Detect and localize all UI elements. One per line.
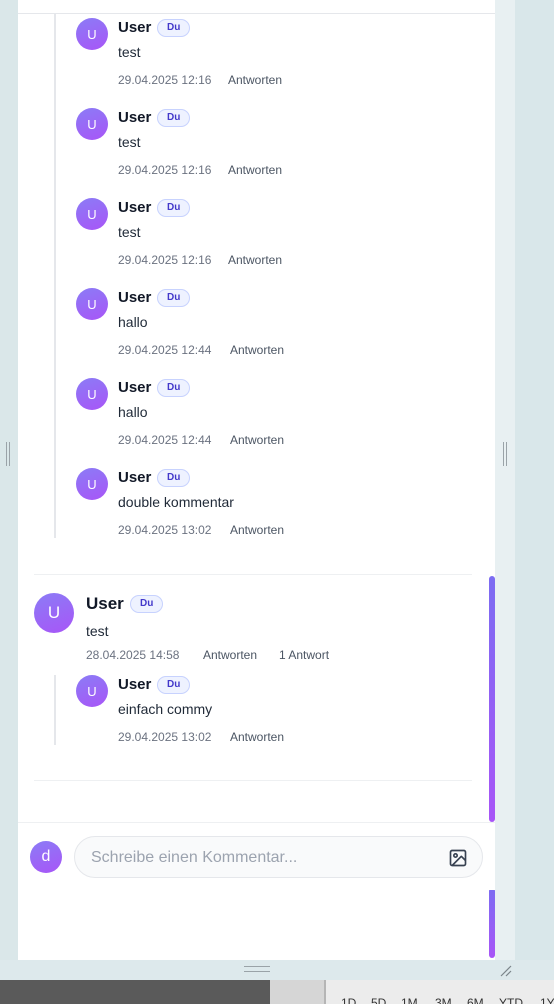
reply-button[interactable]: Antworten — [203, 648, 257, 662]
range-ytd[interactable]: YTD — [499, 996, 523, 1004]
comment-text: test — [86, 623, 109, 639]
thread-separator — [34, 780, 472, 781]
scrollbar-thumb[interactable] — [489, 888, 495, 958]
panel-divider — [18, 13, 495, 14]
avatar[interactable]: U — [76, 378, 108, 410]
comment-text: double kommentar — [118, 494, 234, 510]
reply-count-toggle[interactable]: 1 Antwort — [279, 648, 329, 662]
reply-button[interactable]: Antworten — [228, 253, 282, 267]
resize-corner-icon[interactable] — [498, 963, 512, 977]
range-1y[interactable]: 1Y — [540, 996, 554, 1004]
range-1m[interactable]: 1M — [401, 996, 418, 1004]
comment-text: hallo — [118, 314, 148, 330]
timestamp: 29.04.2025 12:44 — [118, 433, 212, 447]
comment-text: test — [118, 224, 141, 240]
comment-composer: d Schreibe einen Kommentar... — [18, 822, 495, 890]
right-resize-handle[interactable] — [503, 442, 507, 466]
chart-preview — [0, 980, 270, 1004]
avatar[interactable]: U — [76, 675, 108, 707]
current-user-avatar[interactable]: d — [30, 841, 62, 873]
author-name[interactable]: User — [118, 199, 151, 216]
panel-gutter — [495, 0, 515, 960]
comment-text: hallo — [118, 404, 148, 420]
reply-button[interactable]: Antworten — [230, 343, 284, 357]
avatar[interactable]: U — [76, 18, 108, 50]
timestamp: 29.04.2025 12:16 — [118, 253, 212, 267]
vertical-resize-grip[interactable] — [244, 966, 270, 972]
reply-button[interactable]: Antworten — [230, 523, 284, 537]
scrollbar-thumb[interactable] — [489, 576, 495, 822]
toolbar-divider — [270, 980, 326, 1004]
author-name[interactable]: User — [118, 109, 151, 126]
timestamp: 28.04.2025 14:58 — [86, 648, 180, 662]
comment-text: test — [118, 134, 141, 150]
author-name[interactable]: User — [118, 289, 151, 306]
author-name[interactable]: User — [118, 469, 151, 486]
comment-input-placeholder: Schreibe einen Kommentar... — [91, 849, 298, 866]
timestamp: 29.04.2025 12:16 — [118, 73, 212, 87]
you-badge: Du — [157, 289, 191, 307]
avatar[interactable]: U — [76, 108, 108, 140]
reply-button[interactable]: Antworten — [228, 73, 282, 87]
range-5d[interactable]: 5D — [371, 996, 386, 1004]
image-icon[interactable] — [448, 848, 468, 868]
panel-bottom-bar — [0, 960, 554, 980]
background-left — [0, 0, 18, 960]
author-name[interactable]: User — [86, 594, 124, 614]
timestamp: 29.04.2025 12:16 — [118, 163, 212, 177]
timestamp: 29.04.2025 12:44 — [118, 343, 212, 357]
avatar[interactable]: U — [76, 288, 108, 320]
thread-line — [54, 14, 56, 538]
reply-button[interactable]: Antworten — [230, 433, 284, 447]
comment-text: einfach commy — [118, 701, 213, 717]
avatar[interactable]: U — [76, 468, 108, 500]
comments-panel: U User Du test 29.04.2025 12:16 Antworte… — [18, 0, 495, 960]
thread-line — [54, 675, 56, 745]
range-1d[interactable]: 1D — [341, 996, 356, 1004]
thread-separator — [34, 574, 472, 575]
range-3m[interactable]: 3M — [435, 996, 452, 1004]
you-badge: Du — [157, 379, 191, 397]
you-badge: Du — [157, 469, 191, 487]
author-name[interactable]: User — [118, 19, 151, 36]
avatar[interactable]: U — [34, 593, 74, 633]
you-badge: Du — [157, 109, 191, 127]
comment-text: test — [118, 44, 141, 60]
you-badge: Du — [130, 595, 164, 613]
timestamp: 29.04.2025 13:02 — [118, 730, 212, 744]
you-badge: Du — [157, 199, 191, 217]
avatar[interactable]: U — [76, 198, 108, 230]
author-name[interactable]: User — [118, 379, 151, 396]
reply-button[interactable]: Antworten — [228, 163, 282, 177]
comment-input[interactable]: Schreibe einen Kommentar... — [74, 836, 483, 878]
you-badge: Du — [157, 19, 191, 37]
background-right — [515, 0, 554, 960]
timestamp: 29.04.2025 13:02 — [118, 523, 212, 537]
left-resize-handle[interactable] — [6, 442, 10, 466]
range-6m[interactable]: 6M — [467, 996, 484, 1004]
reply-button[interactable]: Antworten — [230, 730, 284, 744]
you-badge: Du — [157, 676, 191, 694]
author-name[interactable]: User — [118, 676, 151, 693]
